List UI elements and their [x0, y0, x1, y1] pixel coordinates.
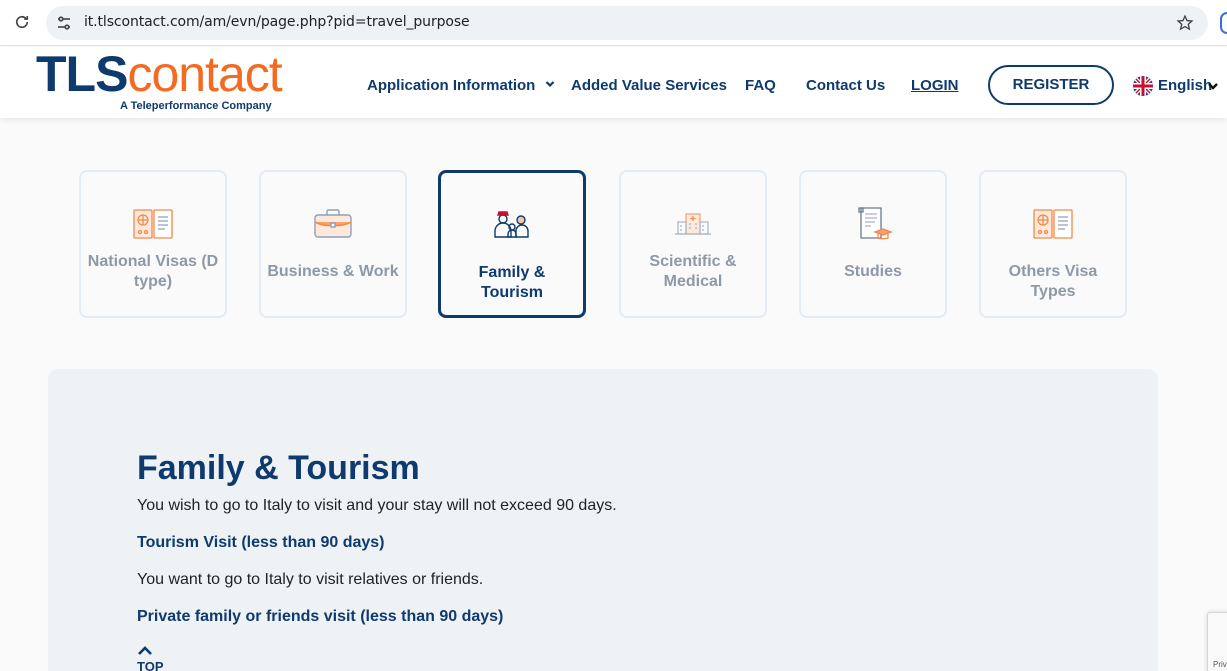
nav-added-value-services[interactable]: Added Value Services — [571, 77, 727, 94]
url-text[interactable]: it.tlscontact.com/am/evn/page.php?pid=tr… — [84, 14, 470, 30]
logo-contact-text: contact — [127, 46, 282, 102]
category-scientific-medical[interactable]: Scientific & Medical — [619, 170, 767, 318]
nav-contact-us[interactable]: Contact Us — [806, 77, 885, 94]
family-visit-link[interactable]: Private family or friends visit (less th… — [137, 608, 503, 626]
category-label: Scientific & Medical — [649, 253, 737, 290]
nav-faq[interactable]: FAQ — [745, 77, 776, 94]
recaptcha-text: Priv — [1213, 660, 1227, 669]
back-to-top-label: TOP — [137, 659, 164, 671]
category-label: Business & Work — [267, 263, 399, 280]
category-label: Family & Tourism — [478, 264, 546, 301]
reload-icon[interactable] — [13, 13, 31, 31]
tourism-visit-link[interactable]: Tourism Visit (less than 90 days) — [137, 534, 385, 552]
site-header: TLScontact A Teleperformance Company App… — [0, 47, 1227, 118]
category-studies[interactable]: Studies — [799, 170, 947, 318]
category-family-tourism[interactable]: Family & Tourism — [438, 170, 586, 318]
section-description: You want to go to Italy to visit relativ… — [137, 571, 484, 588]
logo-tagline: A Teleperformance Company — [120, 100, 272, 112]
category-national-visas[interactable]: National Visas (D type) — [79, 170, 227, 318]
content-panel: Family & Tourism You wish to go to Italy… — [48, 369, 1158, 671]
passport-icon — [1033, 209, 1073, 239]
nav-application-information-label: Application Information — [367, 77, 536, 94]
category-label: Others Visa Types — [1008, 263, 1098, 300]
back-to-top-button[interactable]: TOP — [137, 641, 177, 671]
section-description: You wish to go to Italy to visit and you… — [137, 497, 617, 514]
category-business-work[interactable]: Business & Work — [259, 170, 407, 318]
login-link[interactable]: LOGIN — [911, 77, 959, 94]
browser-toolbar: it.tlscontact.com/am/evn/page.php?pid=tr… — [0, 0, 1227, 46]
briefcase-icon — [314, 209, 352, 238]
address-bar[interactable]: it.tlscontact.com/am/evn/page.php?pid=tr… — [46, 6, 1208, 40]
hospital-icon — [675, 213, 711, 235]
category-others-visa-types[interactable]: Others Visa Types — [979, 170, 1127, 318]
logo-tls-text: TLS — [36, 46, 128, 102]
language-label: English — [1158, 77, 1213, 94]
category-label: Studies — [844, 263, 902, 280]
recaptcha-badge[interactable]: Priv — [1207, 612, 1227, 671]
logo-wordmark: TLScontact — [36, 46, 283, 102]
chevron-down-icon — [1208, 83, 1218, 90]
tlscontact-logo[interactable]: TLScontact A Teleperformance Company — [36, 49, 286, 115]
uk-flag-icon — [1133, 76, 1153, 96]
family-icon — [494, 211, 529, 238]
extension-icon[interactable] — [1220, 12, 1227, 34]
chevron-down-icon — [545, 81, 554, 88]
category-label: National Visas (D type) — [87, 253, 219, 290]
chevron-up-icon — [138, 646, 152, 655]
section-title: Family & Tourism — [137, 449, 420, 487]
register-button[interactable]: REGISTER — [988, 65, 1114, 105]
site-info-icon[interactable] — [56, 15, 72, 31]
bookmark-star-icon[interactable] — [1176, 14, 1194, 32]
diploma-icon — [858, 207, 893, 240]
nav-application-information[interactable]: Application Information — [367, 77, 555, 94]
passport-icon — [133, 209, 173, 239]
